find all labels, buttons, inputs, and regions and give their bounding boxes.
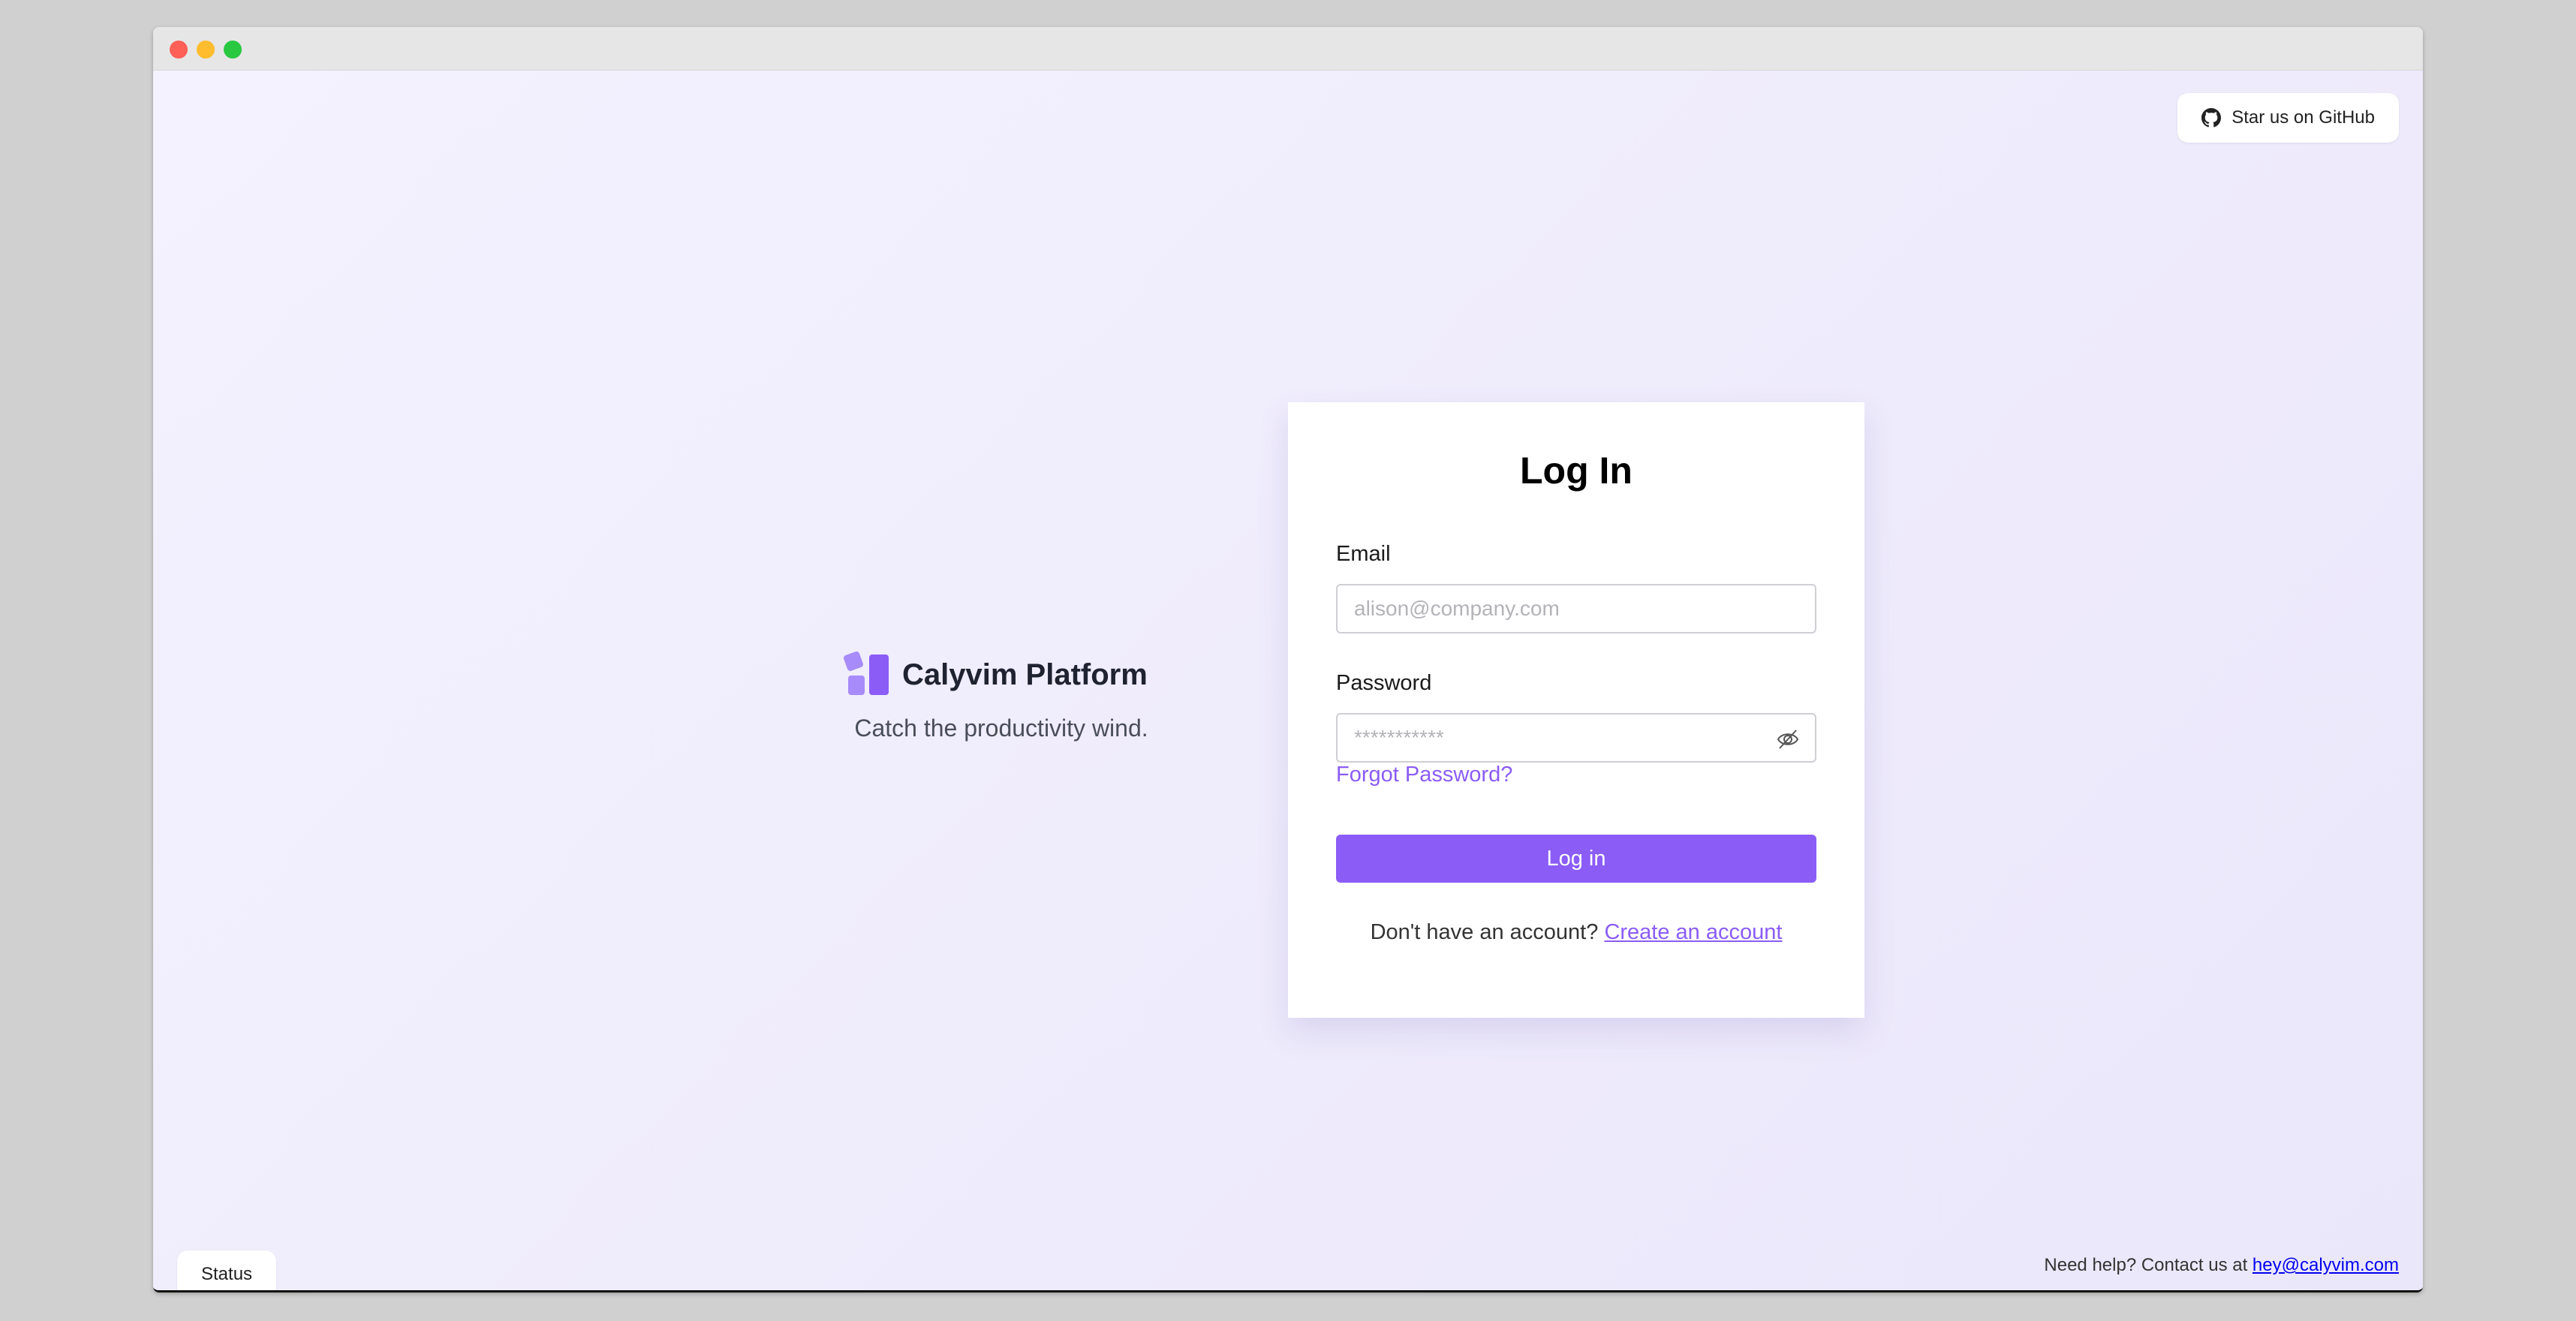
- minimize-window-button[interactable]: [197, 41, 215, 59]
- calyvim-logo-icon: [844, 651, 889, 695]
- title-bar: [153, 27, 2423, 71]
- close-window-button[interactable]: [170, 41, 188, 59]
- login-heading: Log In: [1520, 450, 1633, 492]
- brand-tagline: Catch the productivity wind.: [854, 715, 1148, 742]
- forgot-password-link[interactable]: Forgot Password?: [1336, 763, 1512, 787]
- eye-off-icon[interactable]: [1776, 728, 1800, 751]
- help-text: Need help? Contact us at hey@calyvim.com: [2044, 1255, 2399, 1276]
- browser-window: Star us on GitHub Calyvim Platform Catch…: [153, 27, 2423, 1292]
- password-field[interactable]: ***********: [1336, 713, 1816, 763]
- password-label: Password: [1336, 671, 1432, 695]
- login-button[interactable]: Log in: [1336, 835, 1816, 883]
- github-star-button[interactable]: Star us on GitHub: [2177, 93, 2399, 143]
- github-button-label: Star us on GitHub: [2231, 107, 2375, 128]
- create-account-link[interactable]: Create an account: [1604, 920, 1782, 944]
- brand-title: Calyvim Platform: [902, 657, 1148, 691]
- email-placeholder: alison@company.com: [1354, 597, 1560, 620]
- help-prompt: Need help? Contact us at: [2044, 1255, 2248, 1275]
- page-content: Star us on GitHub Calyvim Platform Catch…: [153, 71, 2423, 1290]
- signup-row: Don't have an account? Create an account: [1288, 920, 1864, 945]
- email-field[interactable]: alison@company.com: [1336, 584, 1816, 633]
- signup-prompt: Don't have an account?: [1370, 920, 1599, 944]
- email-label: Email: [1336, 542, 1391, 566]
- login-card: Log In Email alison@company.com Password…: [1288, 402, 1864, 1018]
- password-placeholder: ***********: [1354, 726, 1444, 749]
- brand-block: Calyvim Platform Catch the productivity …: [844, 651, 1159, 742]
- status-button[interactable]: Status: [177, 1250, 277, 1290]
- github-icon: [2201, 108, 2222, 128]
- maximize-window-button[interactable]: [224, 41, 242, 59]
- help-email-link[interactable]: hey@calyvim.com: [2252, 1255, 2399, 1275]
